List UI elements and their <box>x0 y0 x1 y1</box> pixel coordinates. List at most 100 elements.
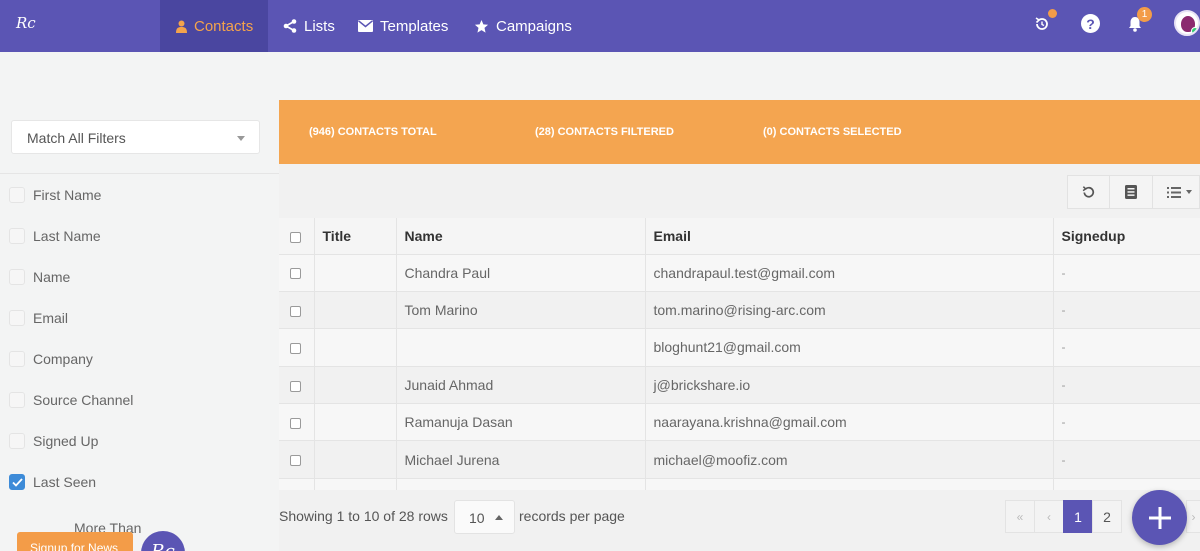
filter-label: Last Name <box>33 228 101 244</box>
nav-contacts[interactable]: Contacts <box>160 0 268 52</box>
filter-label: Name <box>33 269 71 285</box>
pagination-next[interactable]: › <box>1186 500 1200 533</box>
caret-down-icon <box>1186 190 1192 194</box>
nav-lists[interactable]: Lists <box>283 0 335 52</box>
table-row[interactable]: Chandra Paul chandrapaul.test@gmail.com … <box>279 254 1200 292</box>
contacts-selected: (0) CONTACTS SELECTED <box>763 126 902 138</box>
row-select-cell <box>279 478 315 490</box>
cell-email: tom.marino@rising-arc.com <box>645 291 1054 330</box>
filter-first-name[interactable]: First Name <box>9 185 101 205</box>
match-filter-value: Match All Filters <box>27 130 126 146</box>
row-checkbox[interactable] <box>290 418 301 430</box>
help-icon[interactable]: ? <box>1081 14 1100 33</box>
nav-lists-label: Lists <box>304 17 335 35</box>
columns-menu-button[interactable] <box>1152 175 1200 209</box>
filter-source-channel[interactable]: Source Channel <box>9 390 133 410</box>
pagination-first[interactable]: « <box>1005 500 1035 533</box>
app-logo[interactable]: Rc <box>16 14 36 32</box>
cell-email: bloghunt21@gmail.com <box>645 328 1054 367</box>
signup-news-button[interactable]: Signup for News <box>17 532 133 551</box>
pagination-page-2[interactable]: 2 <box>1092 500 1122 533</box>
cell-email: michael@moofiz.com <box>645 440 1054 479</box>
filter-checkbox-checked[interactable] <box>9 474 25 490</box>
match-filter-dropdown[interactable]: Match All Filters <box>11 120 260 154</box>
share-icon <box>283 19 297 33</box>
sidebar-divider <box>0 173 279 174</box>
filter-last-name[interactable]: Last Name <box>9 226 101 246</box>
caret-up-icon <box>495 515 503 520</box>
row-checkbox[interactable] <box>290 305 301 317</box>
table-row[interactable] <box>279 478 1200 490</box>
pagination-prev[interactable]: ‹ <box>1034 500 1064 533</box>
filter-checkbox[interactable] <box>9 310 25 326</box>
cell-name <box>396 328 646 367</box>
filter-last-seen[interactable]: Last Seen <box>9 472 96 492</box>
cell-title <box>314 366 397 405</box>
row-select-cell <box>279 366 315 405</box>
nav-templates-label: Templates <box>380 17 449 35</box>
document-icon <box>1125 185 1137 199</box>
row-select-cell <box>279 291 315 330</box>
cell-name: Junaid Ahmad <box>396 366 646 405</box>
cell-name: Chandra Paul <box>396 254 646 292</box>
contacts-table-wrapper: Title Name Email Signedup Chandra Paul c… <box>279 218 1200 490</box>
cell-signedup: - <box>1053 403 1200 442</box>
cell-title <box>314 440 397 479</box>
cell-signedup: - <box>1053 328 1200 367</box>
contacts-table: Title Name Email Signedup Chandra Paul c… <box>279 218 1200 490</box>
filter-checkbox[interactable] <box>9 433 25 449</box>
filter-email[interactable]: Email <box>9 308 68 328</box>
filter-checkbox[interactable] <box>9 187 25 203</box>
column-header-name[interactable]: Name <box>396 218 646 255</box>
table-header-row: Title Name Email Signedup <box>279 218 1200 255</box>
envelope-icon <box>358 20 373 32</box>
table-row[interactable]: Ramanuja Dasan naarayana.krishna@gmail.c… <box>279 403 1200 442</box>
filter-checkbox[interactable] <box>9 228 25 244</box>
cell-email: j@brickshare.io <box>645 366 1054 405</box>
filter-label: Last Seen <box>33 474 97 490</box>
list-icon <box>1167 186 1181 198</box>
table-row[interactable]: Michael Jurena michael@moofiz.com - <box>279 440 1200 479</box>
online-status-dot <box>1191 27 1198 34</box>
column-header-email[interactable]: Email <box>645 218 1054 255</box>
star-icon <box>474 19 489 34</box>
refresh-button[interactable] <box>1067 175 1110 209</box>
nav-campaigns-label: Campaigns <box>496 17 572 35</box>
row-checkbox[interactable] <box>290 343 301 355</box>
add-contact-button[interactable] <box>1132 490 1187 545</box>
row-checkbox[interactable] <box>290 380 301 392</box>
row-select-cell <box>279 328 315 367</box>
column-header-signedup[interactable]: Signedup <box>1053 218 1200 255</box>
row-select-cell <box>279 403 315 442</box>
cell-name: Tom Marino <box>396 291 646 330</box>
filter-checkbox[interactable] <box>9 392 25 408</box>
user-avatar[interactable] <box>1174 10 1200 36</box>
select-all-checkbox[interactable] <box>290 231 301 243</box>
filter-checkbox[interactable] <box>9 351 25 367</box>
filter-label: First Name <box>33 187 102 203</box>
select-all-cell <box>279 218 315 255</box>
per-page-select[interactable]: 10 <box>454 500 515 534</box>
column-header-title[interactable]: Title <box>314 218 397 255</box>
cell-signedup: - <box>1053 440 1200 479</box>
per-page-label: records per page <box>519 508 625 524</box>
table-row[interactable]: bloghunt21@gmail.com - <box>279 328 1200 367</box>
per-page-value: 10 <box>469 510 485 526</box>
table-row[interactable]: Junaid Ahmad j@brickshare.io - <box>279 366 1200 405</box>
cell-signedup <box>1053 478 1200 490</box>
filter-checkbox[interactable] <box>9 269 25 285</box>
filter-signed-up[interactable]: Signed Up <box>9 431 98 451</box>
caret-down-icon <box>237 136 245 141</box>
cell-email <box>645 478 1054 490</box>
table-row[interactable]: Tom Marino tom.marino@rising-arc.com - <box>279 291 1200 330</box>
row-checkbox[interactable] <box>290 268 301 280</box>
export-button[interactable] <box>1109 175 1153 209</box>
filter-company[interactable]: Company <box>9 349 93 369</box>
nav-campaigns[interactable]: Campaigns <box>474 0 572 52</box>
checkmark-icon <box>11 477 23 487</box>
row-checkbox[interactable] <box>290 455 301 467</box>
nav-templates[interactable]: Templates <box>358 0 448 52</box>
pagination-page-1[interactable]: 1 <box>1063 500 1093 533</box>
row-select-cell <box>279 440 315 479</box>
filter-name[interactable]: Name <box>9 267 70 287</box>
